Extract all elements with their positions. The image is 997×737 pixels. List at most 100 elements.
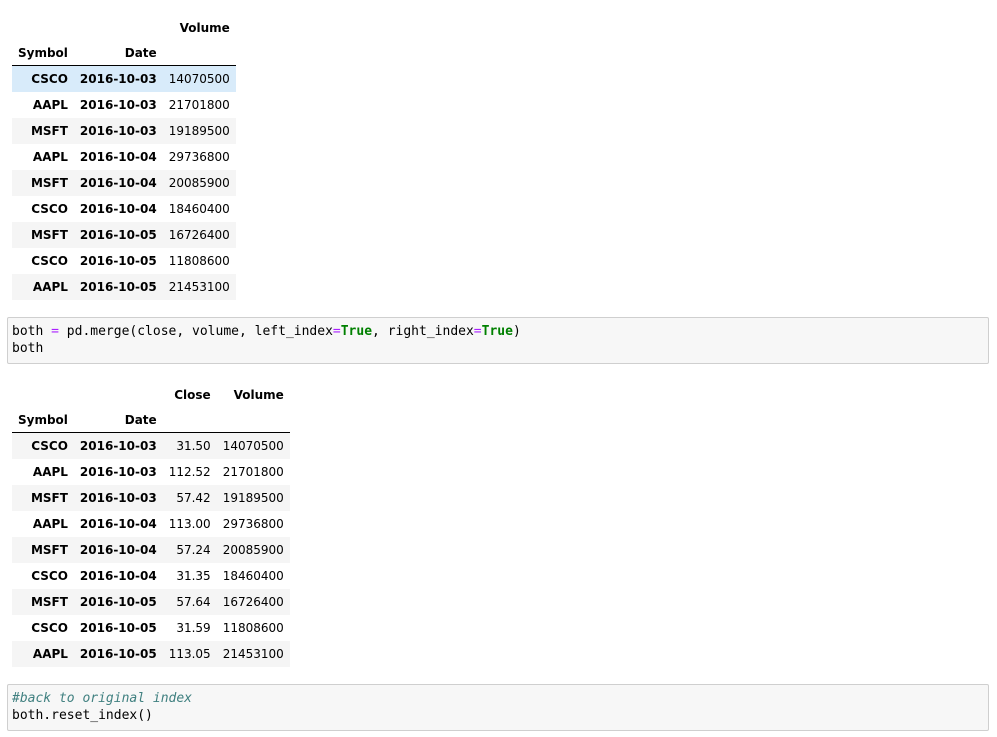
index-date: 2016-10-05 bbox=[79, 254, 157, 268]
table-row: AAPL 2016-10-03 112.52 21701800 bbox=[12, 459, 290, 485]
cell-volume: 21453100 bbox=[222, 647, 284, 661]
cell-close: 112.52 bbox=[168, 465, 211, 479]
index-date: 2016-10-05 bbox=[79, 228, 157, 242]
index-symbol: AAPL bbox=[32, 465, 68, 479]
index-symbol: AAPL bbox=[32, 517, 68, 531]
index-date: 2016-10-03 bbox=[79, 98, 157, 112]
table-row: CSCO 2016-10-04 18460400 bbox=[12, 196, 236, 222]
code-cell-reset-index[interactable]: #back to original index both.reset_index… bbox=[7, 684, 989, 731]
cell-volume: 19189500 bbox=[222, 491, 284, 505]
index-name-symbol: Symbol bbox=[12, 40, 74, 66]
table-row: CSCO 2016-10-05 11808600 bbox=[12, 248, 236, 274]
cell-volume: 29736800 bbox=[222, 517, 284, 531]
table-row: CSCO 2016-10-03 14070500 bbox=[12, 65, 236, 92]
table-row: MSFT 2016-10-03 19189500 bbox=[12, 118, 236, 144]
index-date: 2016-10-04 bbox=[79, 543, 157, 557]
cell-close: 57.24 bbox=[176, 543, 211, 557]
table-row: AAPL 2016-10-05 113.05 21453100 bbox=[12, 641, 290, 667]
table-row: AAPL 2016-10-05 21453100 bbox=[12, 274, 236, 300]
cell-close: 31.50 bbox=[176, 439, 211, 453]
index-symbol: AAPL bbox=[32, 150, 68, 164]
index-date: 2016-10-05 bbox=[79, 280, 157, 294]
index-symbol: MSFT bbox=[30, 491, 68, 505]
cell-volume: 16726400 bbox=[168, 228, 230, 242]
index-date: 2016-10-03 bbox=[79, 72, 157, 86]
code-comment: #back to original index bbox=[12, 691, 193, 706]
table-row: AAPL 2016-10-03 21701800 bbox=[12, 92, 236, 118]
column-header-row: Volume bbox=[12, 15, 236, 40]
index-symbol: CSCO bbox=[31, 72, 68, 86]
table-row: MSFT 2016-10-04 20085900 bbox=[12, 170, 236, 196]
cell-volume: 20085900 bbox=[168, 176, 230, 190]
table-row: CSCO 2016-10-04 31.35 18460400 bbox=[12, 563, 290, 589]
index-date: 2016-10-05 bbox=[79, 595, 157, 609]
index-date: 2016-10-04 bbox=[79, 150, 157, 164]
index-symbol: MSFT bbox=[30, 543, 68, 557]
index-date: 2016-10-03 bbox=[79, 124, 157, 138]
column-header: Close bbox=[174, 387, 211, 402]
index-symbol: CSCO bbox=[31, 621, 68, 635]
cell-volume: 11808600 bbox=[222, 621, 284, 635]
table-row: MSFT 2016-10-04 57.24 20085900 bbox=[12, 537, 290, 563]
cell-volume: 29736800 bbox=[168, 150, 230, 164]
index-date: 2016-10-04 bbox=[79, 517, 157, 531]
cell-volume: 21701800 bbox=[222, 465, 284, 479]
index-symbol: CSCO bbox=[31, 254, 68, 268]
index-date: 2016-10-04 bbox=[79, 176, 157, 190]
cell-close: 113.00 bbox=[168, 517, 211, 531]
index-date: 2016-10-04 bbox=[79, 202, 157, 216]
cell-close: 113.05 bbox=[168, 647, 211, 661]
table-row: AAPL 2016-10-04 113.00 29736800 bbox=[12, 511, 290, 537]
index-name-date: Date bbox=[73, 407, 163, 433]
cell-volume: 21453100 bbox=[168, 280, 230, 294]
column-header: Volume bbox=[233, 387, 284, 402]
index-symbol: CSCO bbox=[31, 439, 68, 453]
cell-volume: 16726400 bbox=[222, 595, 284, 609]
cell-volume: 21701800 bbox=[168, 98, 230, 112]
index-name-symbol: Symbol bbox=[12, 407, 74, 433]
cell-volume: 14070500 bbox=[222, 439, 284, 453]
cell-volume: 19189500 bbox=[168, 124, 230, 138]
index-name-date: Date bbox=[73, 40, 163, 66]
table-row: CSCO 2016-10-03 31.50 14070500 bbox=[12, 432, 290, 459]
table-row: MSFT 2016-10-05 16726400 bbox=[12, 222, 236, 248]
index-symbol: MSFT bbox=[30, 176, 68, 190]
index-symbol: AAPL bbox=[32, 280, 68, 294]
dataframe-close-volume: Close Volume Symbol Date CSCO 2016-10-03… bbox=[12, 382, 290, 667]
cell-volume: 14070500 bbox=[168, 72, 230, 86]
code-cell-merge[interactable]: both = pd.merge(close, volume, left_inde… bbox=[7, 317, 989, 364]
code-line-2: both bbox=[12, 341, 44, 356]
table-row: CSCO 2016-10-05 31.59 11808600 bbox=[12, 615, 290, 641]
cell-close: 31.59 bbox=[176, 621, 211, 635]
code-line-1: both = pd.merge(close, volume, left_inde… bbox=[12, 324, 521, 339]
table-row: AAPL 2016-10-04 29736800 bbox=[12, 144, 236, 170]
cell-close: 57.64 bbox=[176, 595, 211, 609]
cell-volume: 11808600 bbox=[168, 254, 230, 268]
index-symbol: MSFT bbox=[30, 595, 68, 609]
index-date: 2016-10-05 bbox=[79, 647, 157, 661]
cell-close: 31.35 bbox=[176, 569, 211, 583]
index-date: 2016-10-03 bbox=[79, 491, 157, 505]
column-header-row: Close Volume bbox=[12, 382, 290, 407]
table-row: MSFT 2016-10-03 57.42 19189500 bbox=[12, 485, 290, 511]
index-symbol: MSFT bbox=[30, 124, 68, 138]
code-line-2: both.reset_index() bbox=[12, 708, 153, 723]
index-date: 2016-10-04 bbox=[79, 569, 157, 583]
index-names-row: Symbol Date bbox=[12, 407, 290, 433]
index-date: 2016-10-03 bbox=[79, 439, 157, 453]
index-symbol: MSFT bbox=[30, 228, 68, 242]
index-date: 2016-10-03 bbox=[79, 465, 157, 479]
dataframe-volume: Volume Symbol Date CSCO 2016-10-03 14070… bbox=[12, 15, 236, 300]
index-symbol: AAPL bbox=[32, 98, 68, 112]
index-symbol: CSCO bbox=[31, 202, 68, 216]
cell-volume: 20085900 bbox=[222, 543, 284, 557]
cell-close: 57.42 bbox=[176, 491, 211, 505]
index-names-row: Symbol Date bbox=[12, 40, 236, 66]
index-symbol: CSCO bbox=[31, 569, 68, 583]
cell-volume: 18460400 bbox=[222, 569, 284, 583]
index-date: 2016-10-05 bbox=[79, 621, 157, 635]
index-symbol: AAPL bbox=[32, 647, 68, 661]
table-row: MSFT 2016-10-05 57.64 16726400 bbox=[12, 589, 290, 615]
cell-volume: 18460400 bbox=[168, 202, 230, 216]
column-header: Volume bbox=[179, 20, 230, 35]
